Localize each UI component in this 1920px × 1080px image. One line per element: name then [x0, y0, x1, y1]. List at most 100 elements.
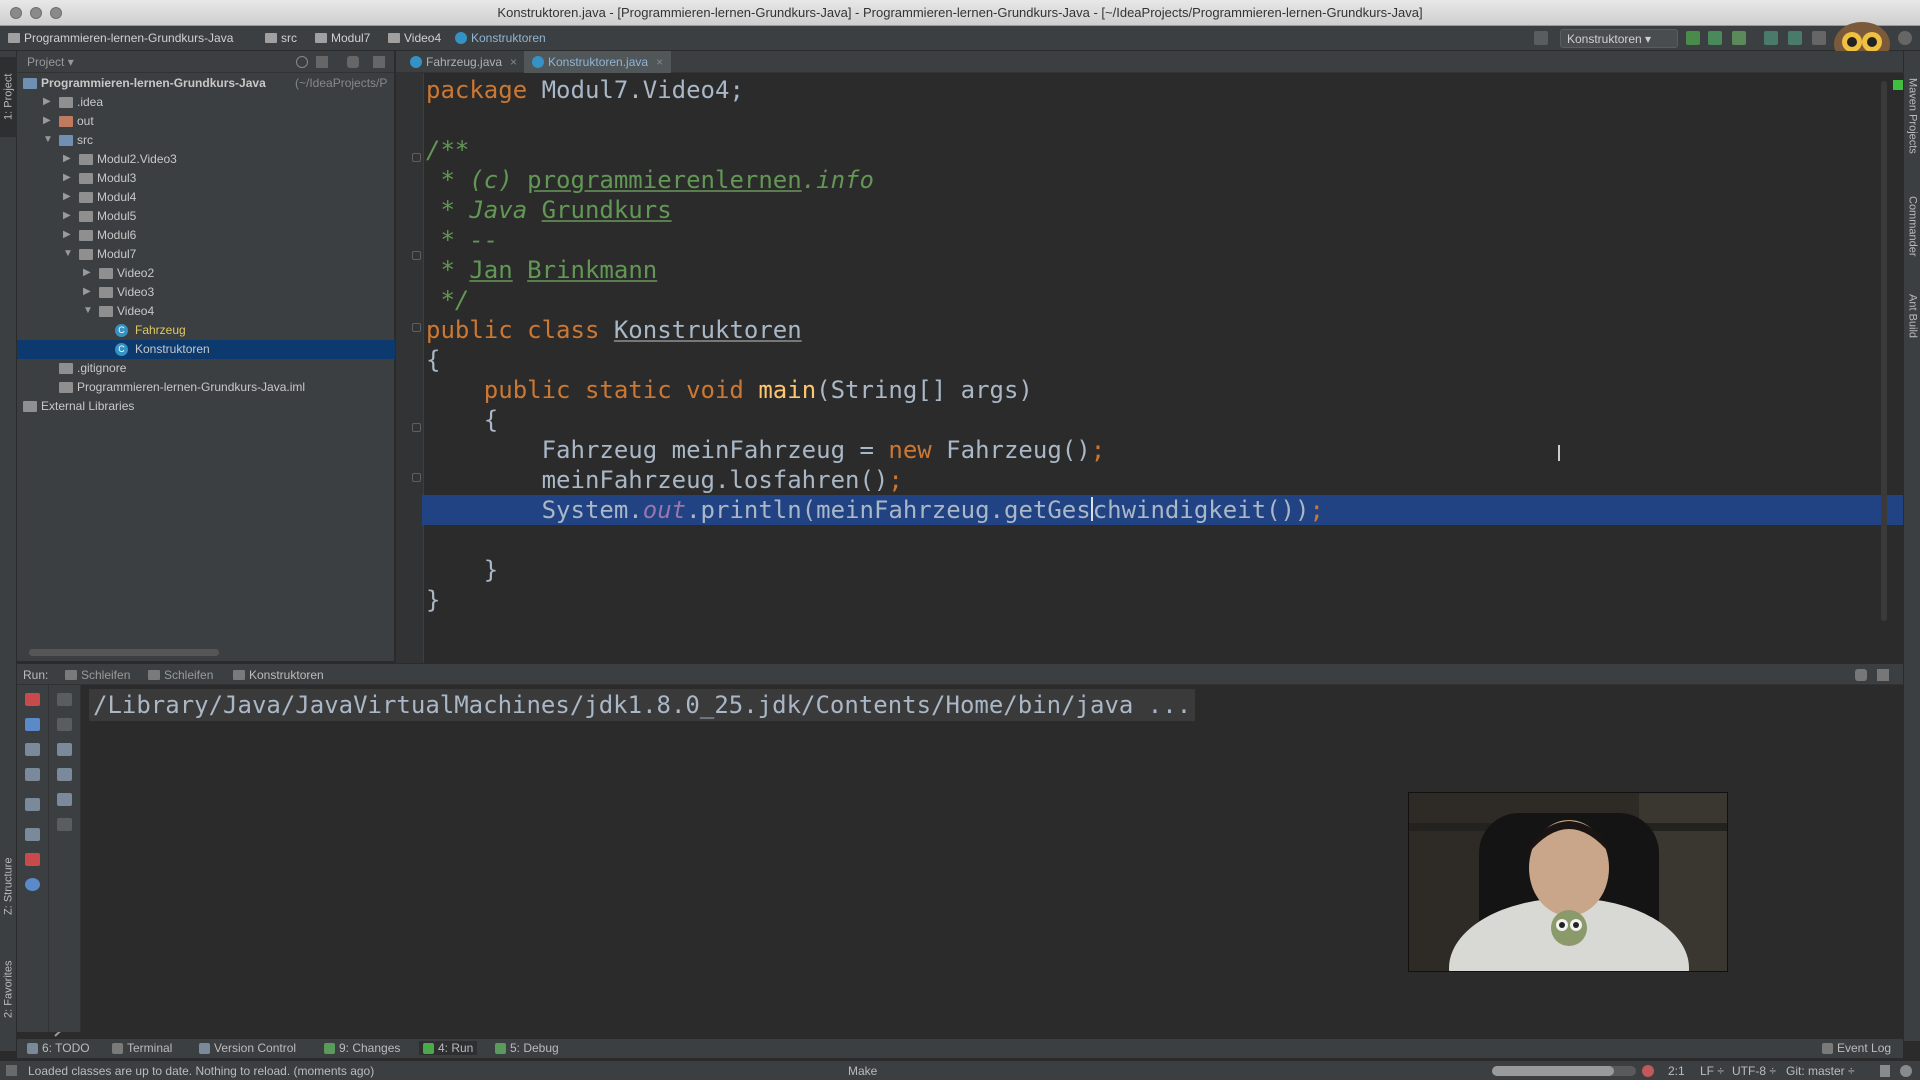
git-branch[interactable]: Git: master ÷ — [1786, 1064, 1855, 1078]
chevron-right-icon[interactable]: ▶ — [63, 172, 73, 183]
tab-konstruktoren-java[interactable]: Konstruktoren.java × — [524, 51, 672, 73]
inspector-icon[interactable] — [1900, 1065, 1912, 1077]
tool-event-log[interactable]: Event Log — [1822, 1041, 1891, 1055]
help-icon[interactable] — [25, 878, 40, 891]
chevron-right-icon[interactable]: ▶ — [43, 96, 53, 107]
debug-icon[interactable] — [1708, 31, 1722, 45]
tab-fahrzeug-java[interactable]: Fahrzeug.java × — [402, 51, 525, 73]
run-tab-schleifen-2[interactable]: Schleifen — [148, 668, 213, 682]
chevron-right-icon[interactable]: ▶ — [63, 229, 73, 240]
chevron-right-icon[interactable]: ▶ — [43, 115, 53, 126]
sort-icon[interactable] — [1534, 31, 1548, 45]
print-icon[interactable] — [57, 793, 72, 806]
tree-item[interactable]: .gitignore — [17, 359, 395, 378]
pause-icon[interactable] — [25, 718, 40, 731]
chevron-right-icon[interactable]: ▶ — [83, 286, 93, 297]
tool-run[interactable]: 4: Run — [419, 1041, 478, 1055]
breadcrumb-src[interactable]: src — [265, 31, 297, 45]
tool-terminal[interactable]: Terminal — [112, 1041, 172, 1055]
breadcrumb-project[interactable]: Programmieren-lernen-Grundkurs-Java — [8, 31, 233, 45]
tree-item[interactable]: ▶ Video2 — [17, 264, 395, 283]
run-icon[interactable] — [1686, 31, 1700, 45]
breadcrumb-konstruktoren[interactable]: Konstruktoren — [455, 31, 546, 45]
code-editor[interactable]: package Modul7.Video4; /** * (c) program… — [396, 73, 1903, 663]
chevron-down-icon[interactable]: ▼ — [63, 248, 73, 259]
fold-marker[interactable] — [412, 323, 421, 332]
dump-threads-icon[interactable] — [25, 743, 40, 756]
vcs-update-icon[interactable] — [1764, 31, 1778, 45]
hide-panel-icon[interactable] — [373, 56, 385, 68]
run-configuration-select[interactable]: Konstruktoren ▾ — [1560, 29, 1678, 48]
tree-item[interactable]: Programmieren-lernen-Grundkurs-Java.iml — [17, 378, 395, 397]
tree-item[interactable]: ▼ src — [17, 131, 395, 150]
cancel-progress-icon[interactable] — [1642, 1065, 1654, 1077]
line-separator[interactable]: LF ÷ — [1700, 1064, 1724, 1078]
tab-favorites[interactable]: 2: Favorites — [0, 944, 17, 1034]
toggle-tool-windows-icon[interactable] — [6, 1065, 17, 1076]
pin-icon[interactable] — [25, 828, 40, 841]
tab-commander[interactable]: Commander — [1904, 181, 1920, 271]
up-arrow-icon[interactable] — [57, 693, 72, 706]
hide-panel-icon[interactable] — [1877, 669, 1889, 681]
close-tab-icon[interactable]: × — [656, 55, 663, 69]
close-icon[interactable] — [25, 853, 40, 866]
tree-item[interactable]: ▼ Video4 — [17, 302, 395, 321]
chevron-down-icon[interactable]: ▼ — [43, 134, 53, 145]
tree-item[interactable]: ▶ Modul5 — [17, 207, 395, 226]
tab-maven-projects[interactable]: Maven Projects — [1904, 61, 1920, 171]
project-view-select[interactable]: Project ▾ — [27, 55, 74, 69]
tree-item[interactable]: ▶ Modul3 — [17, 169, 395, 188]
chevron-right-icon[interactable]: ▶ — [83, 267, 93, 278]
tree-item[interactable]: ▶ Modul6 — [17, 226, 395, 245]
vcs-commit-icon[interactable] — [1788, 31, 1802, 45]
tab-structure[interactable]: Z: Structure — [0, 841, 17, 931]
down-arrow-icon[interactable] — [57, 718, 72, 731]
settings-icon[interactable] — [1812, 31, 1826, 45]
tree-item[interactable]: C Fahrzeug — [17, 321, 395, 340]
tree-item[interactable]: External Libraries — [17, 397, 395, 416]
tab-project[interactable]: 1: Project — [0, 57, 17, 137]
tree-item[interactable]: ▶ Modul2.Video3 — [17, 150, 395, 169]
breadcrumb-modul7[interactable]: Modul7 — [315, 31, 370, 45]
tool-version-control[interactable]: Version Control — [199, 1041, 296, 1055]
stop-icon[interactable] — [25, 693, 40, 706]
chevron-right-icon[interactable]: ▶ — [63, 153, 73, 164]
fold-marker[interactable] — [412, 473, 421, 482]
tool-todo[interactable]: 6: TODO — [27, 1041, 90, 1055]
collapse-all-icon[interactable] — [316, 56, 328, 68]
tool-debug[interactable]: 5: Debug — [495, 1041, 559, 1055]
tree-item[interactable]: ▶ Video3 — [17, 283, 395, 302]
tree-item[interactable]: ▶ .idea — [17, 93, 395, 112]
close-tab-icon[interactable]: × — [510, 55, 517, 69]
file-encoding[interactable]: UTF-8 ÷ — [1732, 1064, 1776, 1078]
fold-marker[interactable] — [412, 423, 421, 432]
run-tab-schleifen-1[interactable]: Schleifen — [65, 668, 130, 682]
tree-item[interactable]: ▶ Modul4 — [17, 188, 395, 207]
search-icon[interactable] — [1898, 31, 1912, 45]
exit-icon[interactable] — [25, 768, 40, 781]
tree-item[interactable]: Programmieren-lernen-Grundkurs-Java (~/Id… — [17, 74, 395, 93]
scroll-to-end-icon[interactable] — [57, 768, 72, 781]
fold-marker[interactable] — [412, 153, 421, 162]
trash-icon[interactable] — [57, 818, 72, 831]
tree-item[interactable]: C Konstruktoren — [17, 340, 395, 359]
tool-changes[interactable]: 9: Changes — [324, 1041, 400, 1055]
gear-icon[interactable] — [1855, 669, 1867, 681]
tab-ant-build[interactable]: Ant Build — [1904, 281, 1920, 351]
gear-icon[interactable] — [347, 56, 359, 68]
vertical-scrollbar[interactable] — [1881, 81, 1887, 621]
chevron-down-icon[interactable]: ▼ — [83, 305, 93, 316]
coverage-icon[interactable] — [1732, 31, 1746, 45]
caret-position[interactable]: 2:1 — [1668, 1064, 1685, 1078]
tree-item[interactable]: ▶ out — [17, 112, 395, 131]
horizontal-scrollbar[interactable] — [29, 649, 219, 656]
chevron-right-icon[interactable]: ▶ — [63, 210, 73, 221]
run-tab-konstruktoren[interactable]: Konstruktoren — [233, 668, 324, 682]
lock-icon[interactable] — [1880, 1065, 1890, 1077]
tree-item[interactable]: ▼ Modul7 — [17, 245, 395, 264]
chevron-right-icon[interactable]: ▶ — [63, 191, 73, 202]
breadcrumb-video4[interactable]: Video4 — [388, 31, 441, 45]
scroll-from-source-icon[interactable] — [296, 56, 308, 68]
fold-marker[interactable] — [412, 251, 421, 260]
soft-wrap-icon[interactable] — [57, 743, 72, 756]
